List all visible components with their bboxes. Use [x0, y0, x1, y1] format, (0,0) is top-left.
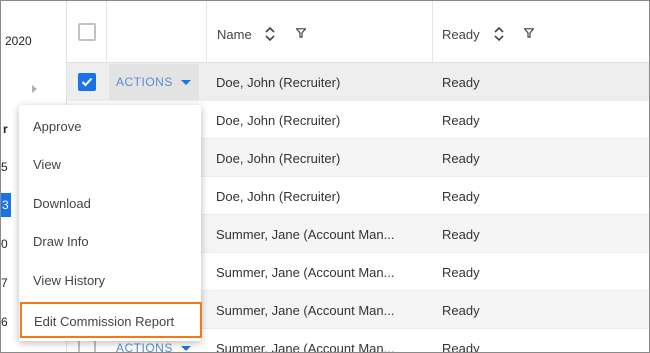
next-month-icon[interactable] [32, 85, 37, 93]
column-divider [106, 1, 107, 63]
calendar-fragment: r [3, 122, 8, 136]
column-divider [432, 1, 433, 63]
calendar-fragment-selected[interactable]: 3 [1, 193, 11, 217]
name-cell: Summer, Jane (Account Man... [216, 265, 395, 280]
calendar-fragment[interactable]: 7 [1, 276, 8, 290]
status-cell: Ready [442, 341, 480, 353]
column-header-status[interactable]: Ready [442, 27, 480, 42]
status-cell: Ready [442, 265, 480, 280]
row-checkbox[interactable] [78, 73, 96, 91]
menu-item-download[interactable]: Download [19, 184, 201, 222]
select-all-checkbox[interactable] [78, 23, 96, 41]
menu-item-view[interactable]: View [19, 145, 201, 183]
sort-icon[interactable] [494, 26, 504, 42]
status-cell: Ready [442, 303, 480, 318]
actions-button-label: ACTIONS [116, 341, 173, 353]
name-cell: Summer, Jane (Account Man... [216, 227, 395, 242]
actions-button[interactable]: ACTIONS [109, 64, 199, 100]
table-row[interactable]: ACTIONS Doe, John (Recruiter) Ready [67, 63, 649, 101]
status-cell: Ready [442, 189, 480, 204]
row-checkbox[interactable] [78, 339, 96, 352]
name-cell: Doe, John (Recruiter) [216, 113, 341, 128]
filter-icon[interactable] [524, 28, 534, 38]
filter-icon[interactable] [296, 28, 306, 38]
name-cell: Doe, John (Recruiter) [216, 189, 341, 204]
calendar-fragment[interactable]: 0 [1, 237, 8, 251]
calendar-year: 2020 [5, 34, 32, 48]
check-icon [81, 77, 93, 87]
status-cell: Ready [442, 113, 480, 128]
column-divider [206, 1, 207, 63]
name-cell: Doe, John (Recruiter) [216, 75, 341, 90]
status-cell: Ready [442, 227, 480, 242]
name-cell: Summer, Jane (Account Man... [216, 341, 395, 353]
menu-item-approve[interactable]: Approve [19, 107, 201, 145]
name-cell: Doe, John (Recruiter) [216, 151, 341, 166]
calendar-fragment[interactable]: 5 [1, 160, 8, 174]
grid-header: Name Ready [67, 1, 649, 63]
actions-menu: Approve View Download Draw Info View His… [19, 105, 202, 341]
app-frame: 2020 r 5 3 0 7 6 Name Ready ACTIONS Doe,… [0, 0, 650, 353]
caret-down-icon [181, 346, 191, 351]
caret-down-icon [181, 80, 191, 85]
calendar-fragment[interactable]: 6 [1, 315, 8, 329]
column-header-name[interactable]: Name [217, 27, 252, 42]
sort-icon[interactable] [265, 26, 275, 42]
menu-item-draw-info[interactable]: Draw Info [19, 222, 201, 260]
status-cell: Ready [442, 75, 480, 90]
menu-item-view-history[interactable]: View History [19, 261, 201, 299]
actions-button-label: ACTIONS [116, 75, 173, 89]
status-cell: Ready [442, 151, 480, 166]
name-cell: Summer, Jane (Account Man... [216, 303, 395, 318]
menu-item-edit-commission-report[interactable]: Edit Commission Report [20, 302, 202, 338]
